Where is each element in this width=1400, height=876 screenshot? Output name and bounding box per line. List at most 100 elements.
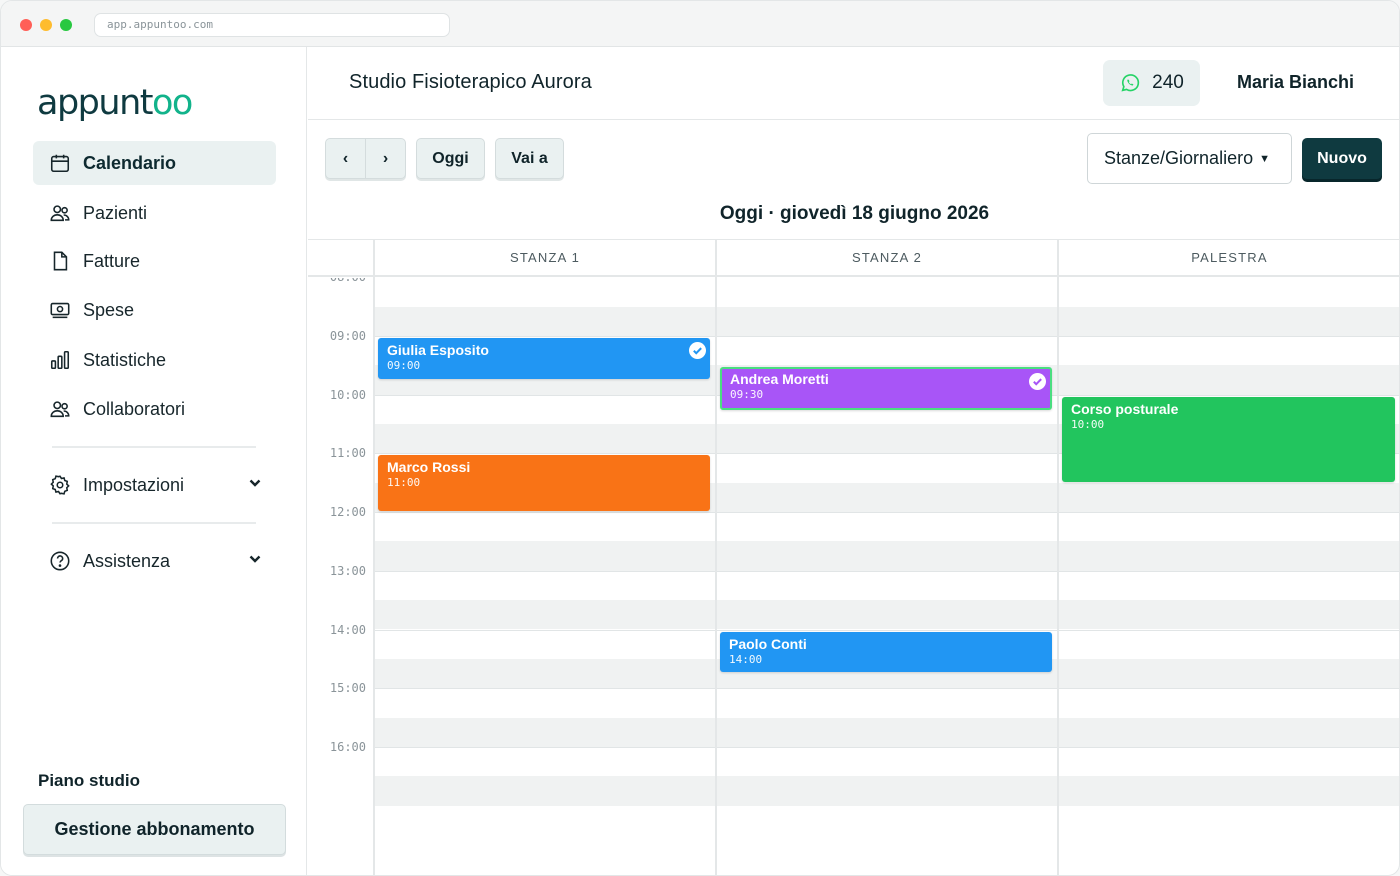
plan-label: Piano studio: [38, 771, 140, 790]
hour-line: [374, 688, 1399, 690]
half-hour-slot[interactable]: [374, 306, 1399, 336]
appointment-card[interactable]: Andrea Moretti 09:30: [720, 367, 1052, 411]
sidebar-item-label: Pazienti: [83, 202, 148, 223]
check-circle-icon: [689, 342, 706, 359]
sidebar-item-statistiche[interactable]: Statistiche: [33, 338, 276, 382]
hour-line: [374, 629, 1399, 631]
chevron-down-icon[interactable]: [248, 552, 262, 566]
half-hour-slot[interactable]: [374, 541, 1399, 571]
appointment-time: 11:00: [387, 476, 421, 490]
column-header-stanza-2: STANZA 2: [716, 239, 1058, 277]
whatsapp-credits-badge[interactable]: 240: [1103, 60, 1200, 106]
new-appointment-button[interactable]: Nuovo: [1302, 138, 1382, 179]
time-label: 10:00: [329, 387, 366, 402]
calendar-date-title: Oggi · giovedì 18 giugno 2026: [719, 203, 990, 224]
sidebar-item-calendario[interactable]: Calendario: [33, 141, 276, 185]
sidebar-item-label: Calendario: [83, 152, 177, 173]
view-select[interactable]: Stanze/Giornaliero ▼: [1087, 133, 1292, 184]
sidebar-item-impostazioni[interactable]: Impostazioni: [33, 463, 276, 507]
half-hour-slot[interactable]: [374, 717, 1399, 747]
sidebar-item-assistenza[interactable]: Assistenza: [33, 539, 276, 583]
appointment-card[interactable]: Giulia Esposito 09:00: [378, 338, 710, 379]
users-icon: [50, 205, 70, 222]
gear-icon: [50, 475, 70, 495]
question-circle-icon: [50, 551, 70, 571]
column-divider: [1057, 278, 1059, 875]
appointment-title: Corso posturale: [1071, 400, 1179, 417]
minimize-window-dot[interactable]: [40, 19, 52, 31]
sidebar-item-label: Impostazioni: [83, 474, 185, 495]
sidebar-item-fatture[interactable]: Fatture: [33, 239, 276, 283]
view-select-value: Stanze/Giornaliero: [1104, 148, 1254, 168]
column-header-palestra: PALESTRA: [1058, 239, 1399, 277]
sidebar-item-label: Assistenza: [83, 550, 171, 571]
appointment-card[interactable]: Paolo Conti 14:00: [720, 631, 1052, 672]
chevron-down-icon[interactable]: [248, 476, 262, 490]
appointment-card[interactable]: Corso posturale 10:00: [1062, 396, 1395, 482]
calendar-icon: [50, 154, 70, 173]
time-label: 15:00: [329, 681, 366, 696]
next-day-button[interactable]: ›: [365, 139, 405, 178]
sidebar-divider: [52, 522, 256, 524]
cash-icon: [50, 302, 70, 319]
sidebar-item-label: Collaboratori: [83, 398, 186, 419]
whatsapp-icon: [1121, 74, 1140, 92]
user-menu[interactable]: Maria Bianchi: [1237, 72, 1354, 93]
column-header-stanza-1: STANZA 1: [374, 239, 716, 277]
check-circle-icon: [1029, 373, 1046, 391]
today-button[interactable]: Oggi: [416, 138, 485, 179]
column-divider: [715, 278, 717, 875]
column-divider: [373, 239, 375, 278]
calendar-body[interactable]: 06:0007:0008:0009:0010:0011:0012:0013:00…: [308, 278, 1399, 875]
appointment-time: 09:00: [387, 359, 421, 372]
hour-line: [374, 746, 1399, 748]
app-window: app.appuntoo.com appuntoo Calendario Paz…: [0, 0, 1400, 876]
appointment-title: Paolo Conti: [729, 635, 807, 652]
sidebar-item-label: Spese: [83, 299, 135, 320]
close-window-dot[interactable]: [20, 19, 32, 31]
prev-day-button[interactable]: ‹: [326, 139, 365, 178]
column-divider: [373, 278, 375, 875]
appointment-title: Giulia Esposito: [387, 342, 489, 358]
appointment-time: 09:30: [730, 388, 764, 402]
appointment-title: Marco Rossi: [387, 459, 471, 476]
sidebar-divider: [52, 446, 256, 448]
time-label: 14:00: [329, 622, 366, 637]
time-label: 11:00: [329, 446, 366, 461]
sidebar-item-pazienti[interactable]: Pazienti: [33, 191, 276, 235]
goto-date-button[interactable]: Vai a: [495, 138, 564, 179]
time-label: 09:00: [329, 329, 366, 343]
time-label: 12:00: [329, 505, 366, 520]
top-header: Studio Fisioterapico Aurora 240 Maria Bi…: [308, 47, 1399, 120]
maximize-window-dot[interactable]: [60, 19, 72, 31]
hour-line: [374, 336, 1399, 337]
bar-chart-icon: [50, 350, 70, 370]
sidebar-item-collaboratori[interactable]: Collaboratori: [33, 387, 276, 431]
sidebar-item-label: Fatture: [83, 250, 141, 271]
half-hour-slot[interactable]: [374, 776, 1399, 806]
time-label: 16:00: [329, 739, 366, 754]
time-label: 13:00: [329, 563, 366, 578]
manage-subscription-button[interactable]: Gestione abbonamento: [23, 804, 286, 855]
app-logo[interactable]: appuntoo: [37, 83, 193, 123]
hour-line: [374, 512, 1399, 514]
calendar-grid[interactable]: STANZA 1 STANZA 2 PALESTRA 06:0007:0008:…: [308, 239, 1399, 875]
time-label: 08:00: [308, 278, 366, 284]
half-hour-slot[interactable]: [374, 600, 1399, 630]
time-column-header: [308, 239, 374, 277]
sidebar: appuntoo Calendario Pazienti Fatture Spe…: [1, 47, 307, 875]
users-icon: [50, 401, 70, 418]
hour-line: [374, 570, 1399, 572]
browser-bar: app.appuntoo.com: [1, 1, 1399, 47]
appointment-time: 10:00: [1071, 417, 1105, 431]
caret-down-icon: ▼: [1259, 152, 1270, 165]
sidebar-item-spese[interactable]: Spese: [33, 288, 276, 332]
address-bar[interactable]: app.appuntoo.com: [94, 13, 450, 37]
sidebar-item-label: Statistiche: [83, 349, 167, 370]
whatsapp-count: 240: [1152, 72, 1184, 93]
date-nav-group: ‹ ›: [325, 138, 406, 179]
document-icon: [53, 251, 68, 271]
appointment-card[interactable]: Marco Rossi 11:00: [378, 455, 710, 512]
appointment-time: 14:00: [729, 652, 763, 666]
appointment-title: Andrea Moretti: [730, 371, 829, 388]
